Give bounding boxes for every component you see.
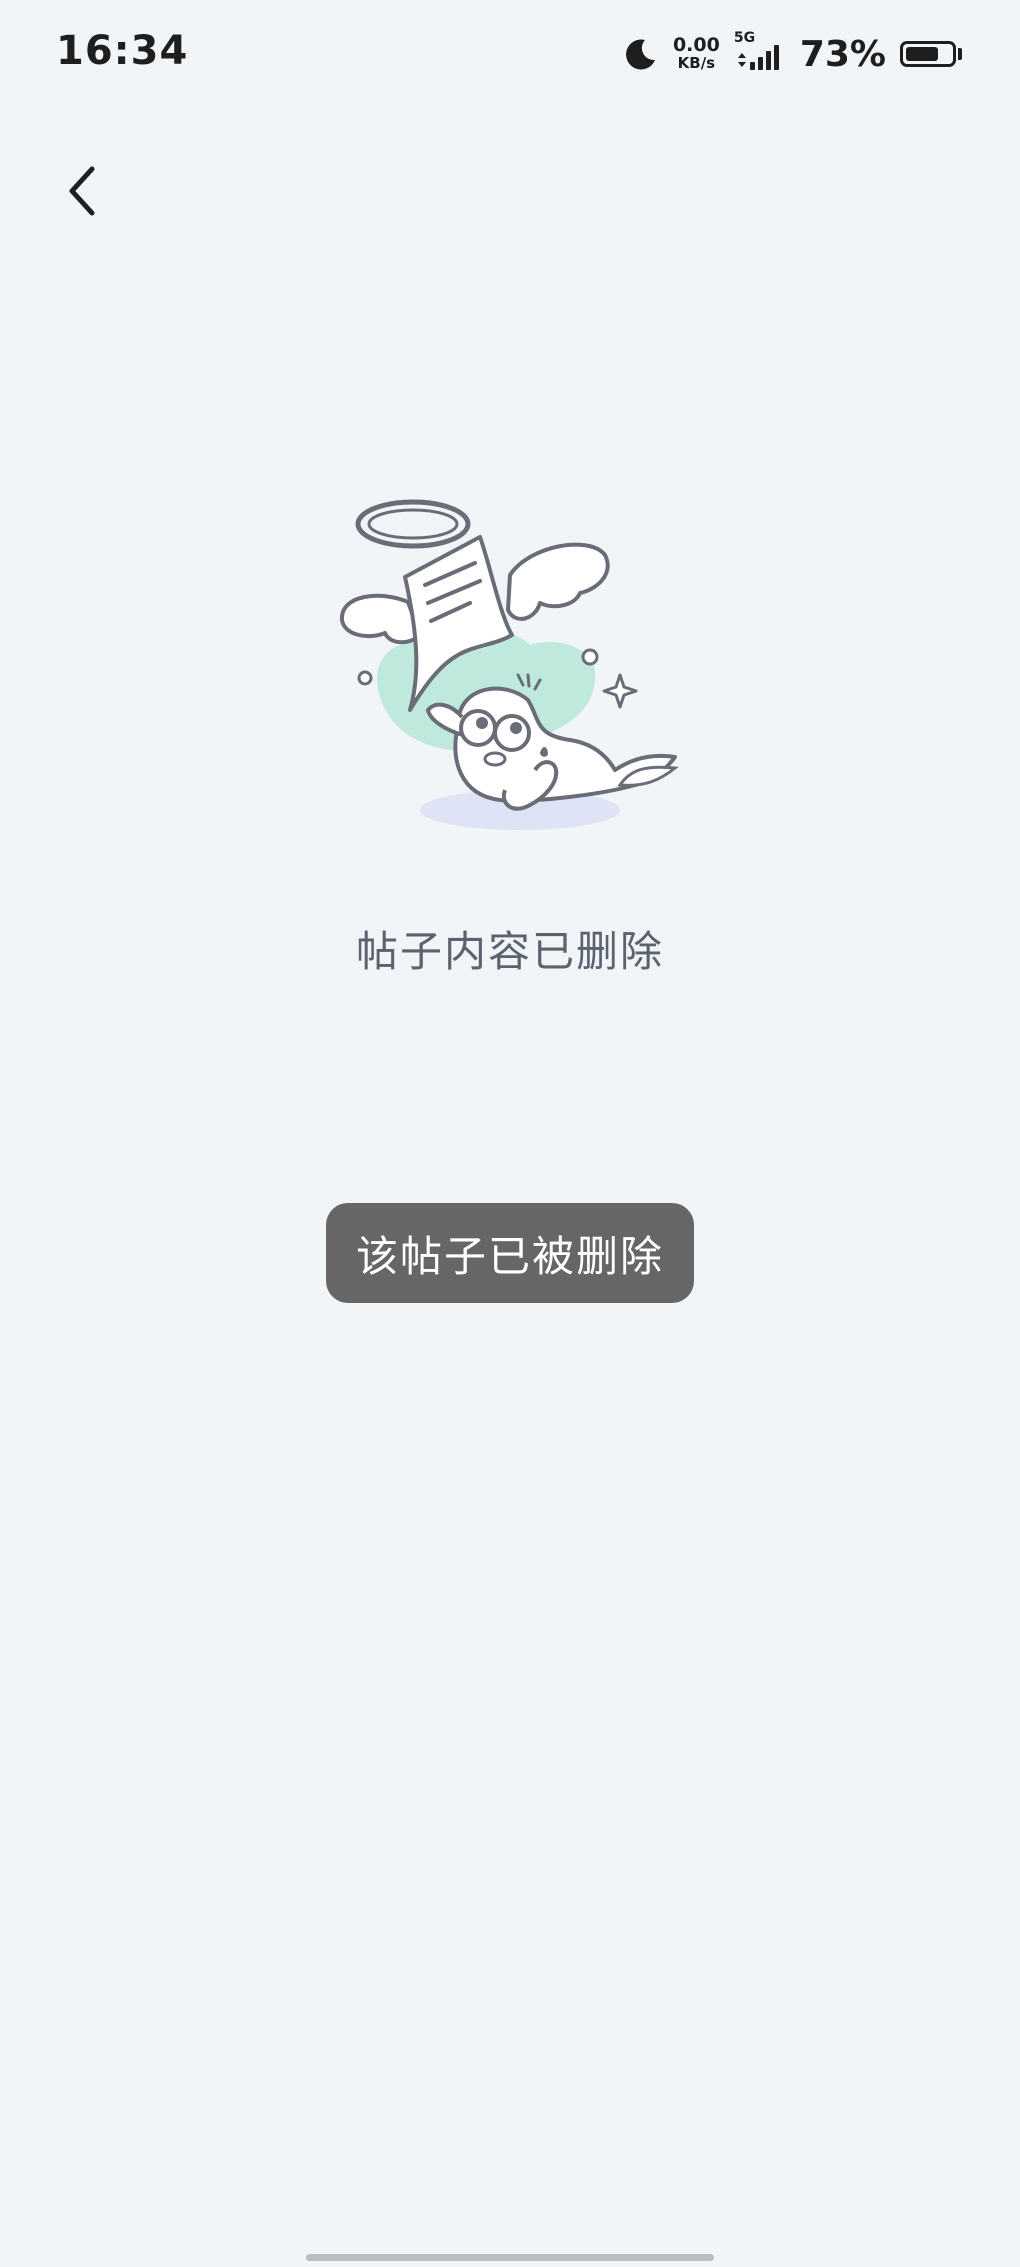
battery-percentage: 73% — [799, 33, 886, 75]
battery-fill — [906, 47, 939, 61]
status-bar: 16:34 0.00 KB/s 5G 73% — [0, 0, 1020, 110]
network-type: 5G — [733, 30, 756, 46]
chevron-left-icon — [69, 166, 95, 216]
network-speed-unit: KB/s — [677, 54, 716, 72]
status-icons: 0.00 KB/s 5G 73% — [623, 30, 962, 78]
toast: 该帖子已被删除 — [326, 1203, 694, 1303]
deleted-post-illustration — [330, 485, 690, 845]
home-indicator[interactable] — [306, 2254, 714, 2261]
signal-icon: 5G — [734, 30, 786, 72]
toast-message: 该帖子已被删除 — [355, 1231, 664, 1281]
back-button[interactable] — [46, 150, 118, 232]
empty-state-message: 帖子内容已删除 — [355, 927, 664, 976]
battery-icon — [900, 41, 962, 67]
network-speed-value: 0.00 — [672, 34, 720, 56]
status-time: 16:34 — [56, 28, 189, 74]
network-speed: 0.00 KB/s — [672, 34, 720, 73]
moon-icon — [623, 36, 659, 72]
